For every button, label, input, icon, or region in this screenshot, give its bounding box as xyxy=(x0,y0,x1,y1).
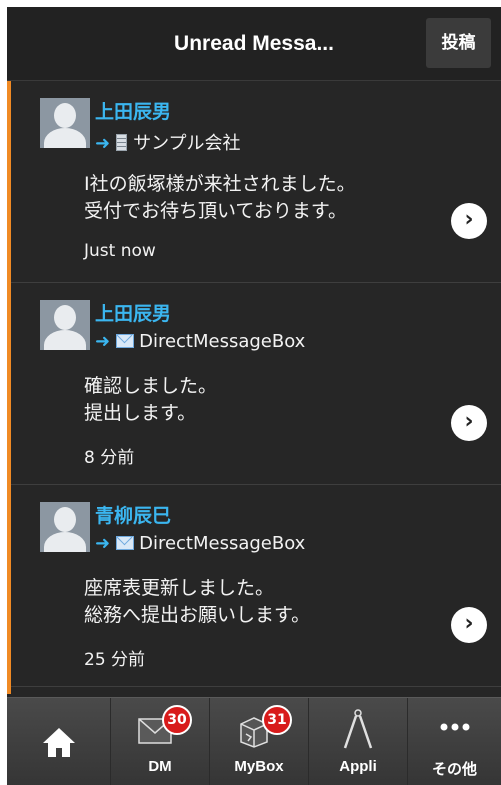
avatar-body xyxy=(44,330,86,350)
arrow-icon: ➜ xyxy=(95,133,111,154)
compass-icon xyxy=(343,709,373,749)
destination-label: DirectMessageBox xyxy=(139,533,306,554)
destination[interactable]: ➜ サンプル会社 xyxy=(95,129,241,155)
bottom-nav: 30 DM 31 MyBox Appli その他 xyxy=(7,697,501,785)
envelope-icon xyxy=(116,334,135,348)
destination-label: DirectMessageBox xyxy=(139,331,306,352)
home-icon xyxy=(42,728,75,757)
nav-appli[interactable]: Appli xyxy=(309,698,408,785)
nav-dm-label: DM xyxy=(148,758,172,775)
sender-name[interactable]: 青柳辰巳 xyxy=(95,501,171,528)
arrow-icon: ➜ xyxy=(95,331,111,352)
avatar-head xyxy=(54,103,76,128)
message-list: 上田辰男 ➜ サンプル会社 I社の飯塚様が来社されました。 受付でお待ち頂いており… xyxy=(7,81,501,694)
nav-appli-label: Appli xyxy=(339,758,377,775)
more-icon xyxy=(440,723,469,731)
nav-mybox-label: MyBox xyxy=(234,758,284,775)
header-bar: Unread Messa... 投稿 xyxy=(7,7,501,81)
sender-name[interactable]: 上田辰男 xyxy=(95,299,171,326)
chevron-right-icon[interactable]: › xyxy=(451,607,487,643)
avatar xyxy=(40,300,90,350)
avatar-body xyxy=(44,532,86,552)
dm-badge: 30 xyxy=(162,705,192,735)
message-time: 25 分前 xyxy=(84,650,146,670)
avatar xyxy=(40,98,90,148)
avatar-head xyxy=(54,507,76,532)
destination[interactable]: ➜ DirectMessageBox xyxy=(95,533,305,554)
chevron-right-icon[interactable]: › xyxy=(451,405,487,441)
message-body: 座席表更新しました。 総務へ提出お願いします。 xyxy=(84,577,311,626)
mybox-badge: 31 xyxy=(262,705,292,735)
message-time: Just now xyxy=(84,241,156,261)
arrow-icon: ➜ xyxy=(95,533,111,554)
building-icon xyxy=(116,134,128,151)
nav-dm[interactable]: 30 DM xyxy=(111,698,210,785)
message-item[interactable]: 上田辰男 ➜ サンプル会社 I社の飯塚様が来社されました。 受付でお待ち頂いており… xyxy=(11,81,501,283)
message-item[interactable]: 上田辰男 ➜ DirectMessageBox 確認しました。 提出します。 8 … xyxy=(11,283,501,485)
message-body: I社の飯塚様が来社されました。 受付でお待ち頂いております。 xyxy=(84,173,356,222)
destination-label: サンプル会社 xyxy=(133,133,241,154)
envelope-icon xyxy=(116,536,135,550)
sender-name[interactable]: 上田辰男 xyxy=(95,97,171,124)
message-item[interactable]: 青柳辰巳 ➜ DirectMessageBox 座席表更新しました。 総務へ提出お… xyxy=(11,485,501,687)
nav-mybox[interactable]: 31 MyBox xyxy=(210,698,309,785)
message-body: 確認しました。 提出します。 xyxy=(84,375,218,424)
app-window: Unread Messa... 投稿 上田辰男 ➜ サンプル会社 I社の飯塚様が来… xyxy=(7,7,501,785)
nav-more-label: その他 xyxy=(431,761,477,778)
nav-more[interactable]: その他 xyxy=(408,698,501,785)
avatar-head xyxy=(54,305,76,330)
post-button[interactable]: 投稿 xyxy=(426,18,491,68)
avatar xyxy=(40,502,90,552)
destination[interactable]: ➜ DirectMessageBox xyxy=(95,331,305,352)
message-time: 8 分前 xyxy=(84,448,135,468)
nav-home[interactable] xyxy=(7,698,111,785)
avatar-body xyxy=(44,128,86,148)
chevron-right-icon[interactable]: › xyxy=(451,203,487,239)
